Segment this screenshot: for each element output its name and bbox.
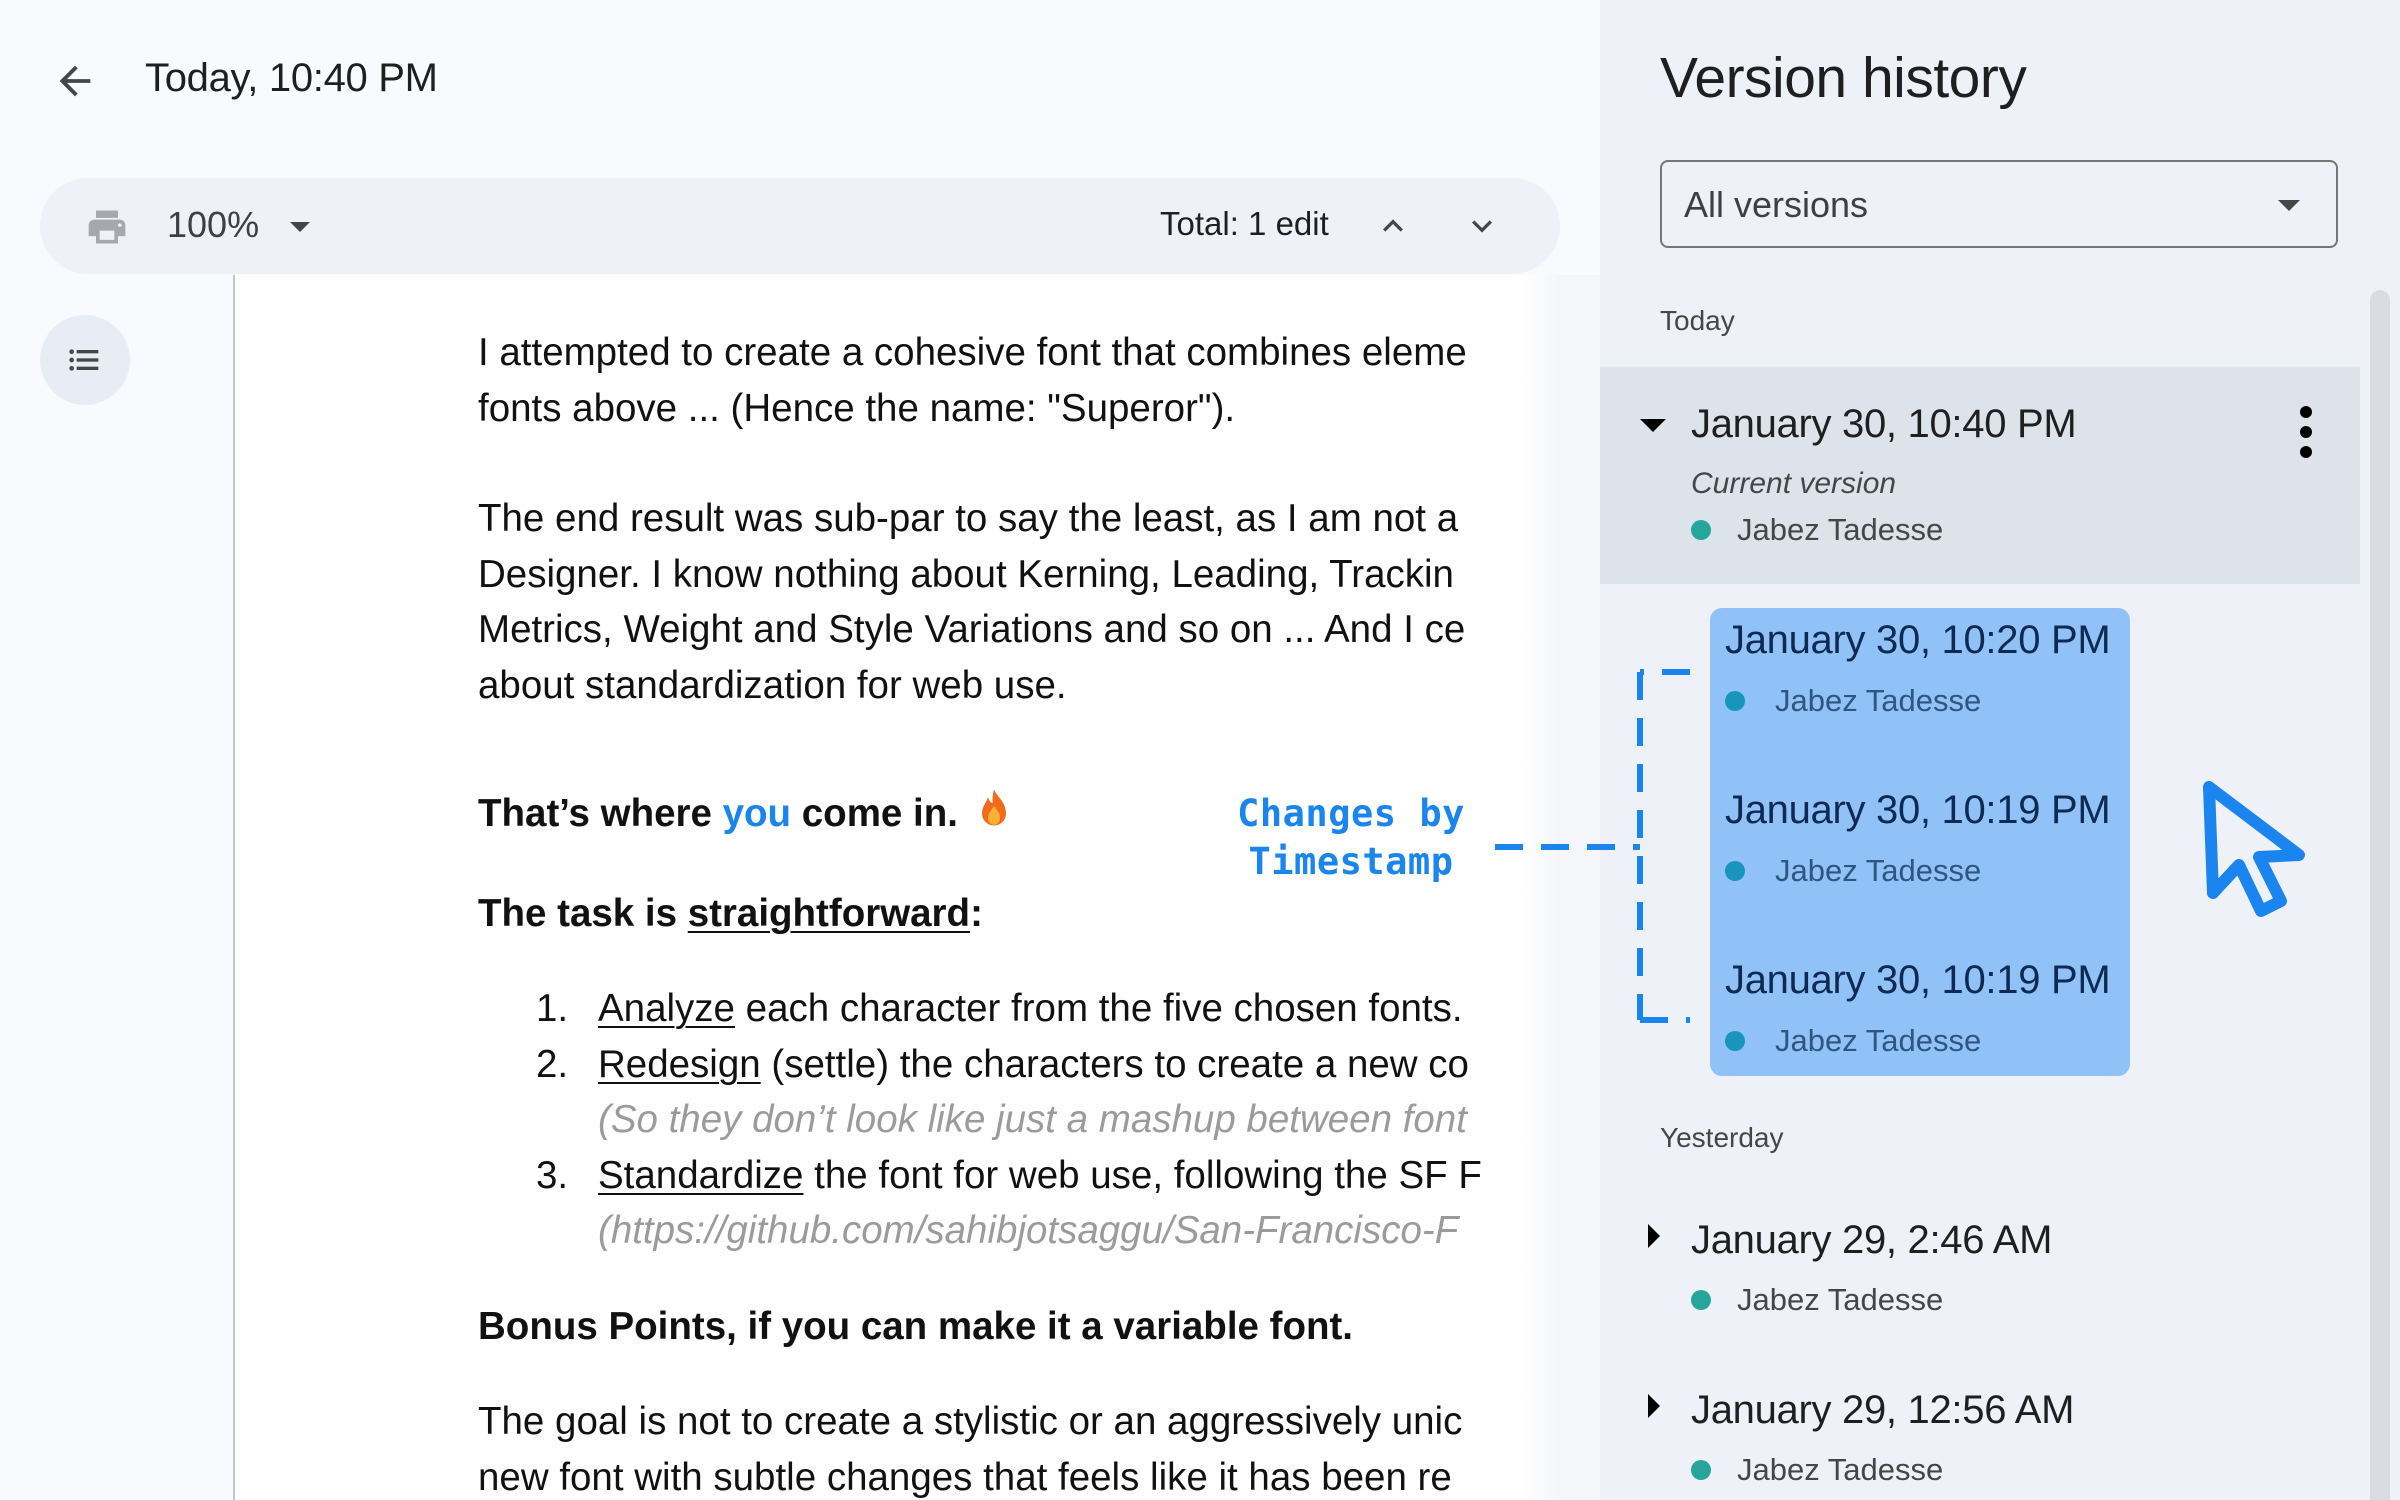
paragraph-line: about standardization for web use.	[478, 663, 1067, 707]
mouse-pointer-icon	[2203, 781, 2305, 917]
version-author: Jabez Tadesse	[1691, 1282, 1943, 1318]
list-item: 1. Analyze each character from the five c…	[536, 987, 1463, 1030]
expand-caret-icon[interactable]	[1648, 1224, 1660, 1248]
paragraph-line: I attempted to create a cohesive font th…	[478, 331, 1467, 374]
document-viewer: Today, 10:40 PM 100% Total: 1 edit I att…	[0, 0, 1600, 1500]
version-title: Today, 10:40 PM	[145, 56, 438, 100]
version-date: January 30, 10:40 PM	[1691, 402, 2077, 446]
paragraph-line: The end result was sub-par to say the le…	[478, 497, 1459, 540]
version-date: January 30, 10:19 PM	[1725, 788, 2111, 832]
current-version-label: Current version	[1691, 467, 1897, 500]
author-color-dot	[1691, 1460, 1711, 1480]
task-list: 1. Analyze each character from the five c…	[478, 981, 1560, 1259]
document-outline-button[interactable]	[40, 315, 130, 405]
chevron-down-icon	[1472, 220, 1492, 233]
zoom-dropdown-caret-icon[interactable]	[290, 222, 310, 232]
paragraph-line: The goal is not to create a stylistic or…	[478, 1400, 1463, 1443]
version-history-panel: Version history All versions Today Janua…	[1600, 0, 2400, 1500]
more-actions-button[interactable]	[2290, 402, 2322, 462]
version-item[interactable]: January 29, 12:56 AM Jabez Tadesse	[1600, 1380, 2360, 1500]
version-date: January 29, 12:56 AM	[1691, 1388, 2075, 1432]
version-date: January 30, 10:19 PM	[1725, 958, 2111, 1002]
zoom-level[interactable]: 100%	[167, 204, 259, 246]
header: Today, 10:40 PM	[0, 0, 1600, 160]
previous-edit-button[interactable]	[1367, 200, 1419, 252]
panel-title: Version history	[1660, 46, 2027, 110]
section-label-today: Today	[1660, 305, 1735, 336]
list-bulleted-icon	[69, 349, 99, 371]
version-date: January 30, 10:20 PM	[1725, 618, 2111, 662]
paragraph-line: Designer. I know nothing about Kerning, …	[478, 552, 1454, 596]
list-note: (So they don’t look like just a mashup b…	[598, 1098, 1467, 1141]
back-button[interactable]	[40, 50, 110, 112]
highlighted-versions-group: January 30, 10:20 PM Jabez Tadesse Janua…	[1710, 608, 2130, 1076]
section-label-yesterday: Yesterday	[1660, 1122, 1784, 1153]
version-date: January 29, 2:46 AM	[1691, 1218, 2053, 1262]
panel-scrollbar[interactable]	[2370, 290, 2390, 1500]
author-color-dot	[1691, 1290, 1711, 1310]
author-color-dot	[1725, 691, 1745, 711]
annotation-label: Changes by Timestamp	[1237, 792, 1465, 883]
paragraph-line: fonts above ... (Hence the name: "Supero…	[478, 386, 1236, 430]
edit-count: Total: 1 edit	[1160, 205, 1329, 242]
version-filter-select[interactable]: All versions	[1660, 160, 2338, 248]
version-item[interactable]: January 30, 10:19 PM Jabez Tadesse	[1710, 778, 2130, 934]
collapse-caret-icon[interactable]	[1640, 419, 1666, 432]
page-edge-fade	[1520, 275, 1600, 1500]
version-item[interactable]: January 30, 10:20 PM Jabez Tadesse	[1710, 608, 2130, 764]
next-edit-button[interactable]	[1456, 200, 1508, 252]
callout-accent-word: you	[722, 792, 792, 835]
list-item: 3. Standardize the font for web use, foll…	[536, 1153, 1482, 1197]
list-item: 2. Redesign (settle) the characters to cr…	[536, 1042, 1469, 1086]
print-button[interactable]	[82, 202, 132, 252]
viewer-toolbar: 100% Total: 1 edit	[40, 178, 1560, 274]
version-author: Jabez Tadesse	[1725, 1023, 1981, 1059]
document-body: I attempted to create a cohesive font th…	[478, 325, 1560, 1500]
bonus-line: Bonus Points, if you can make it a varia…	[478, 1304, 1353, 1348]
document-page: I attempted to create a cohesive font th…	[233, 275, 1560, 1500]
chevron-up-icon	[1383, 219, 1403, 232]
version-item-current[interactable]: January 30, 10:40 PM Current version Jab…	[1600, 367, 2360, 584]
version-item[interactable]: January 30, 10:19 PM Jabez Tadesse	[1710, 948, 2130, 1104]
version-author: Jabez Tadesse	[1725, 683, 1981, 719]
author-color-dot	[1725, 1031, 1745, 1051]
task-heading: The task is straightforward:	[478, 891, 983, 935]
fire-icon	[976, 788, 1012, 846]
version-item[interactable]: January 29, 2:46 AM Jabez Tadesse	[1600, 1210, 2360, 1330]
expand-caret-icon[interactable]	[1648, 1394, 1660, 1418]
more-vert-icon-dot	[2300, 406, 2312, 418]
author-color-dot	[1725, 861, 1745, 881]
dropdown-caret-icon	[2278, 200, 2300, 211]
paragraph-line: Metrics, Weight and Style Variations and…	[478, 608, 1466, 651]
filter-selected-value: All versions	[1684, 184, 1869, 225]
printer-icon	[88, 210, 126, 244]
underlined-word: straightforward	[687, 891, 971, 935]
version-author: Jabez Tadesse	[1691, 512, 1943, 548]
author-color-dot	[1691, 520, 1711, 540]
version-author: Jabez Tadesse	[1691, 1452, 1943, 1488]
paragraph-line: new font with subtle changes that feels …	[478, 1455, 1452, 1499]
version-author: Jabez Tadesse	[1725, 853, 1981, 889]
list-note-link[interactable]: (https://github.com/sahibjotsaggu/San-Fr…	[478, 1203, 1560, 1259]
arrow-left-icon	[59, 65, 91, 97]
